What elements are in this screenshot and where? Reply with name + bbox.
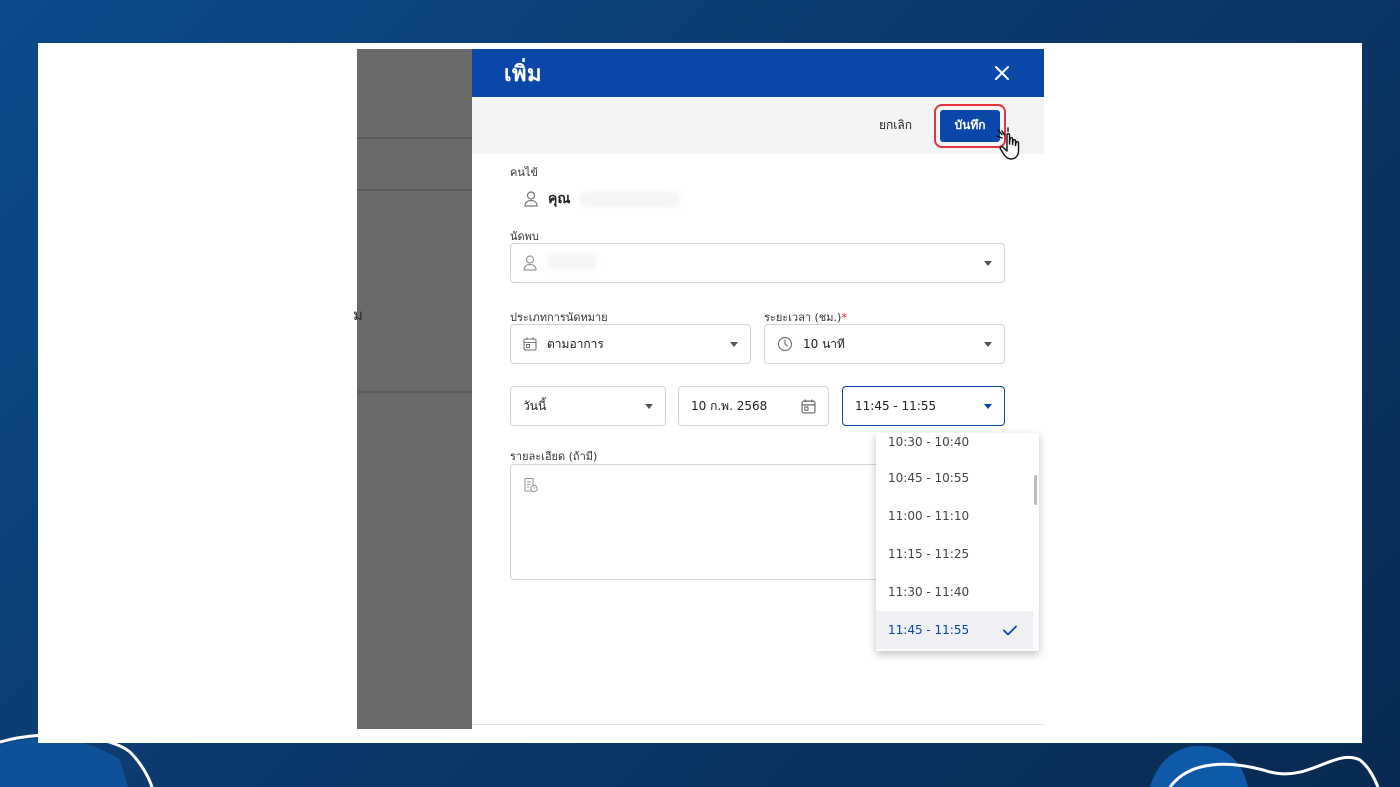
time-slot-value: 11:45 - 11:55 [855, 399, 937, 413]
add-appointment-drawer: เพิ่ม ยกเลิก บันทึก คนไข้ คุณ นัดพบ ประเ… [472, 49, 1044, 729]
chevron-down-icon [984, 341, 992, 347]
divider [357, 137, 473, 139]
chevron-down-icon [984, 403, 992, 409]
close-icon [995, 66, 1009, 80]
duration-label-text: ระยะเวลา (ชม.) [764, 311, 842, 324]
save-button[interactable]: บันทึก [940, 109, 1000, 142]
appointment-type-value: ตามอาการ [547, 336, 604, 351]
patient-label: คนไข้ [510, 166, 538, 179]
calendar-icon[interactable] [801, 399, 816, 414]
clock-icon [777, 336, 793, 352]
time-slot-option[interactable]: 11:15 - 11:25 [876, 535, 1033, 573]
time-slot-option[interactable]: 11:30 - 11:40 [876, 573, 1033, 611]
chevron-down-icon [645, 403, 653, 409]
chevron-down-icon [984, 260, 992, 266]
drawer-title: เพิ่ม [504, 61, 543, 87]
background-app-overlay: ม [353, 49, 473, 729]
doctor-select[interactable] [510, 243, 1005, 283]
cancel-button[interactable]: ยกเลิก [879, 116, 912, 135]
user-icon [524, 191, 538, 207]
divider [357, 391, 473, 393]
day-select[interactable]: วันนี้ [510, 386, 666, 426]
divider [357, 189, 473, 191]
action-bar: ยกเลิก บันทึก [472, 97, 1044, 160]
footer-divider [472, 724, 1044, 725]
time-slot-option-selected[interactable]: 11:45 - 11:55 [876, 611, 1033, 649]
time-slot-option[interactable]: 10:45 - 10:55 [876, 459, 1033, 497]
date-picker-input[interactable]: 10 ก.พ. 2568 [678, 386, 829, 426]
required-mark: * [841, 311, 847, 324]
time-slot-option[interactable]: 10:30 - 10:40 [876, 433, 1033, 461]
duration-value: 10 นาที [803, 336, 845, 351]
dropdown-scrollbar[interactable] [1034, 475, 1037, 505]
patient-display: คุณ [524, 188, 681, 210]
drawer-header: เพิ่ม [472, 49, 1044, 97]
redacted-doctor-name [547, 253, 597, 270]
calendar-icon [523, 337, 537, 351]
close-button[interactable] [992, 63, 1012, 83]
appointment-type-select[interactable]: ตามอาการ [510, 324, 751, 364]
day-value: วันนี้ [523, 398, 547, 413]
time-slot-option[interactable]: 11:00 - 11:10 [876, 497, 1033, 535]
note-icon [523, 477, 539, 493]
pointer-hand-icon [996, 127, 1020, 160]
duration-select[interactable]: 10 นาที [764, 324, 1005, 364]
time-slot-option-label: 11:45 - 11:55 [888, 623, 970, 637]
background-text-fragment: ม [353, 306, 363, 324]
checkmark-icon [1003, 625, 1017, 635]
time-slot-dropdown: 10:30 - 10:40 10:45 - 10:55 11:00 - 11:1… [876, 433, 1039, 651]
user-icon [523, 255, 537, 271]
details-label: รายละเอียด (ถ้ามี) [510, 450, 598, 463]
time-slot-select[interactable]: 11:45 - 11:55 [842, 386, 1005, 426]
date-value: 10 ก.พ. 2568 [691, 398, 768, 413]
chevron-down-icon [730, 341, 738, 347]
redacted-patient-name [580, 191, 681, 207]
screenshot-frame: ม เพิ่ม ยกเลิก บันทึก คนไข้ คุณ นัดพบ ปร… [38, 43, 1362, 743]
patient-name: คุณ [548, 191, 571, 207]
